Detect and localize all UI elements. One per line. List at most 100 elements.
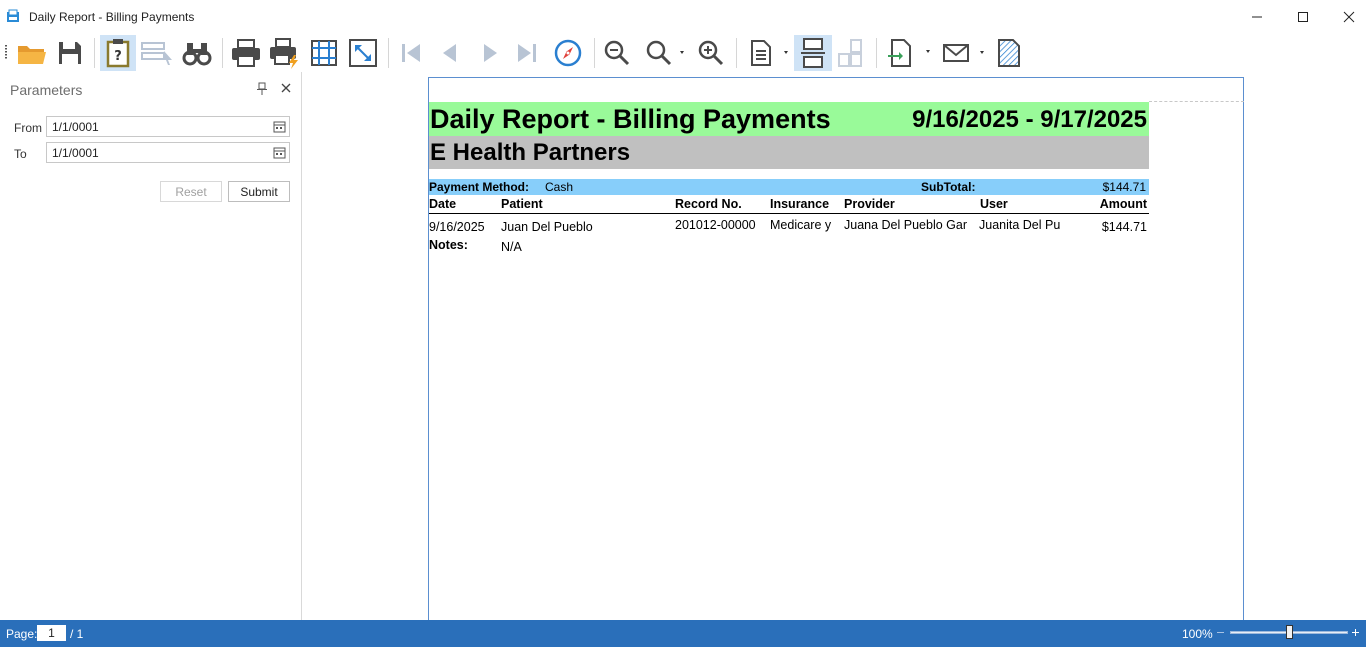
document-map-button[interactable]	[138, 35, 176, 71]
submit-button[interactable]: Submit	[228, 181, 290, 202]
export-dropdown-button[interactable]	[882, 35, 934, 71]
quick-print-button[interactable]	[266, 35, 304, 71]
minimize-icon	[1252, 16, 1262, 17]
zoom-in-button[interactable]	[694, 35, 728, 71]
navigate-icon	[554, 39, 582, 67]
zoom-out-button[interactable]	[600, 35, 634, 71]
minimize-button[interactable]	[1234, 0, 1280, 33]
toolbar-separator	[594, 38, 595, 68]
toolbar-separator	[222, 38, 223, 68]
toolbar-separator	[388, 38, 389, 68]
panel-close-icon[interactable]	[280, 82, 292, 94]
navigate-button[interactable]	[550, 35, 586, 71]
zoom-plus-icon-vertical[interactable]	[1355, 629, 1356, 636]
subtotal-value: $144.71	[1102, 180, 1146, 194]
company-name: E Health Partners	[430, 139, 631, 166]
maximize-icon	[1298, 11, 1308, 22]
toolbar-separator	[736, 38, 737, 68]
zoom-in-icon	[698, 40, 724, 66]
continuous-page-button[interactable]	[794, 35, 832, 71]
first-page-button[interactable]	[394, 35, 428, 71]
previous-page-icon	[443, 44, 456, 62]
column-date: Date	[429, 197, 457, 211]
zoom-icon	[646, 40, 684, 66]
from-date-field[interactable]: 1/1/0001	[46, 116, 290, 137]
company-band: E Health Partners	[429, 136, 1149, 169]
pin-icon[interactable]	[256, 82, 268, 96]
notes-value: N/A	[501, 240, 522, 254]
email-icon	[943, 44, 984, 62]
close-icon	[1343, 11, 1355, 22]
maximize-button[interactable]	[1280, 0, 1326, 33]
payment-method-label: Payment Method:	[429, 180, 530, 194]
open-button[interactable]	[14, 35, 50, 71]
next-page-button[interactable]	[474, 35, 508, 71]
svg-text:?: ?	[114, 49, 122, 64]
row-patient: Juan Del Pueblo	[501, 220, 593, 234]
zoom-dropdown-button[interactable]	[638, 35, 690, 71]
subtotal-label: SubTotal:	[921, 180, 976, 194]
row-date: 9/16/2025	[429, 220, 485, 234]
multiple-pages-icon	[838, 39, 862, 67]
zoom-minus-icon[interactable]	[1217, 632, 1224, 633]
notes-label: Notes:	[429, 238, 468, 252]
toolbar-separator	[94, 38, 95, 68]
single-page-dropdown-button[interactable]	[742, 35, 792, 71]
search-binoculars-icon	[182, 43, 212, 66]
parameters-title: Parameters	[10, 82, 83, 98]
print-button[interactable]	[227, 35, 265, 71]
to-label: To	[14, 147, 27, 161]
page-setup-icon	[311, 40, 337, 66]
column-patient: Patient	[501, 197, 543, 211]
report-page: Daily Report - Billing Payments 9/16/202…	[428, 77, 1244, 637]
reset-button[interactable]: Reset	[160, 181, 222, 202]
print-icon	[232, 39, 260, 67]
previous-page-button[interactable]	[432, 35, 466, 71]
payment-method-band: Payment Method: Cash SubTotal: $144.71	[429, 179, 1149, 195]
save-button[interactable]	[52, 35, 88, 71]
zoom-slider-thumb[interactable]	[1286, 625, 1293, 639]
row-amount: $144.71	[1101, 220, 1147, 234]
row-insurance: Medicare y	[770, 218, 832, 232]
report-date-range: 9/16/2025 - 9/17/2025	[912, 106, 1147, 133]
scale-button[interactable]	[344, 35, 382, 71]
open-folder-icon	[18, 46, 46, 64]
column-headers: Date Patient Record No. Insurance Provid…	[429, 196, 1149, 214]
report-title: Daily Report - Billing Payments	[430, 104, 831, 134]
column-user: User	[980, 197, 1008, 211]
status-bar: Page: 1 / 1 100%	[0, 620, 1366, 647]
toolbar-grip[interactable]	[5, 45, 7, 59]
report-title-band: Daily Report - Billing Payments 9/16/202…	[429, 102, 1149, 136]
page-number-input[interactable]: 1	[37, 625, 66, 641]
row-record: 201012-00000	[675, 218, 756, 232]
save-icon	[59, 42, 81, 64]
calendar-icon[interactable]	[273, 120, 286, 133]
parameters-panel: Parameters From 1/1/0001 To 1/1/0001 Res…	[0, 72, 302, 620]
to-date-value: 1/1/0001	[52, 146, 99, 160]
row-provider: Juana Del Pueblo Gar	[844, 218, 967, 232]
column-insurance: Insurance	[770, 197, 830, 211]
email-dropdown-button[interactable]	[938, 35, 990, 71]
toolbar: ?	[0, 33, 1366, 100]
close-window-button[interactable]	[1326, 0, 1366, 33]
watermark-button[interactable]	[992, 35, 1026, 71]
page-setup-button[interactable]	[306, 35, 342, 71]
calendar-icon[interactable]	[273, 146, 286, 159]
report-viewer[interactable]: Daily Report - Billing Payments 9/16/202…	[303, 72, 1366, 637]
quick-print-icon	[270, 38, 298, 69]
search-button[interactable]	[178, 35, 216, 71]
single-page-icon	[751, 40, 788, 66]
last-page-button[interactable]	[510, 35, 544, 71]
zoom-out-icon	[604, 40, 630, 66]
page-label: Page:	[6, 627, 38, 641]
multiple-pages-button[interactable]	[834, 35, 868, 71]
toolbar-separator	[876, 38, 877, 68]
scale-icon	[349, 39, 377, 67]
parameters-button[interactable]: ?	[100, 35, 136, 71]
page-margin-guide	[1149, 101, 1244, 102]
from-date-value: 1/1/0001	[52, 120, 99, 134]
export-icon	[888, 39, 930, 67]
to-date-field[interactable]: 1/1/0001	[46, 142, 290, 163]
window-title: Daily Report - Billing Payments	[29, 10, 195, 24]
column-provider: Provider	[844, 197, 895, 211]
